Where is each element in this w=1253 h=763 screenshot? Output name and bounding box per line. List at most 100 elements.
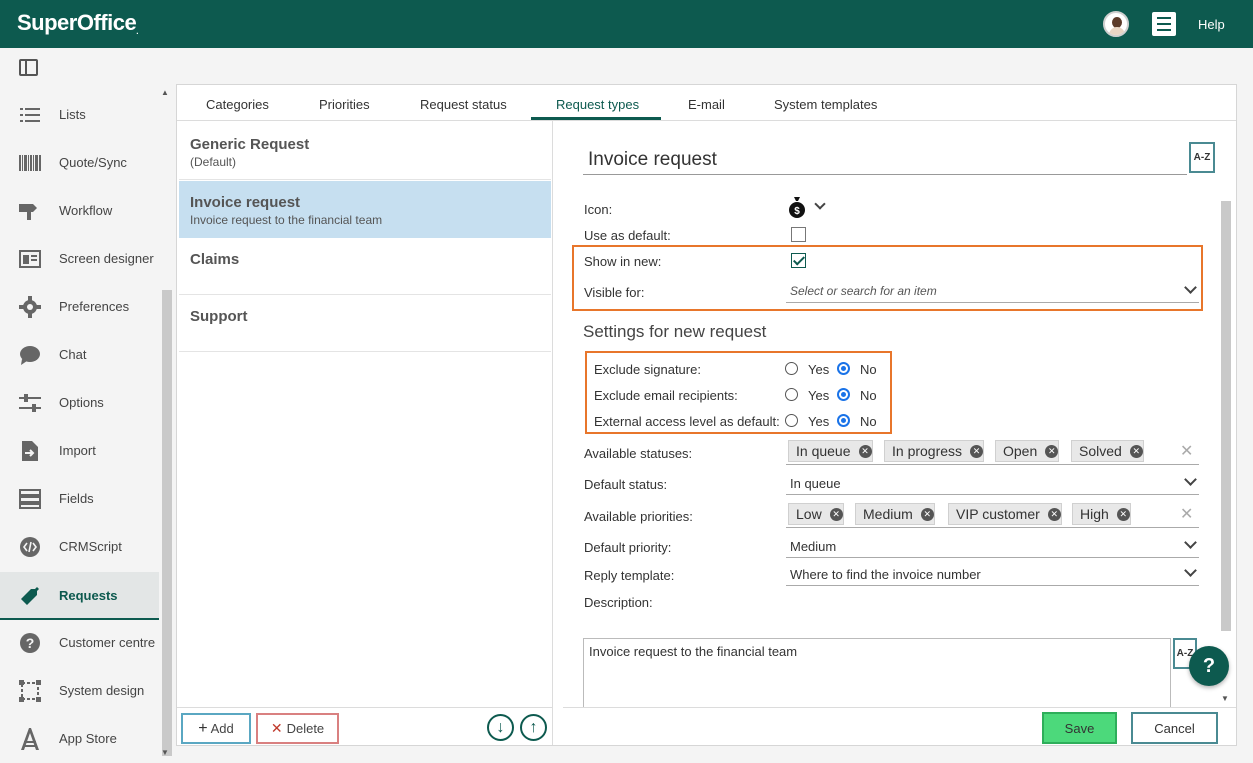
chevron-down-icon: [1184, 564, 1197, 577]
sidebar-item-chat[interactable]: Chat: [0, 331, 159, 379]
use-as-default-label: Use as default:: [584, 228, 671, 243]
sidebar-item-fields[interactable]: Fields: [0, 475, 159, 523]
remove-tag-icon[interactable]: ✕: [1129, 444, 1143, 458]
save-button[interactable]: Save: [1042, 712, 1117, 744]
move-down-button[interactable]: ↓: [487, 714, 514, 741]
status-tag: In progress ✕: [884, 440, 985, 462]
available-priorities-field[interactable]: Low ✕ Medium ✕ VIP customer ✕ High ✕ ✕: [786, 501, 1199, 528]
sidebar-item-label: Import: [59, 443, 96, 458]
sidebar-item-preferences[interactable]: Preferences: [0, 283, 159, 331]
exclude-signature-yes-radio[interactable]: [785, 362, 798, 375]
list-item[interactable]: Generic Request (Default): [179, 123, 551, 180]
sidebar-item-label: Lists: [59, 107, 86, 122]
delete-button[interactable]: ✕ Delete: [256, 713, 339, 744]
tab-categories[interactable]: Categories: [206, 97, 269, 112]
tab-request-types[interactable]: Request types: [556, 97, 639, 112]
tab-request-status[interactable]: Request status: [420, 97, 507, 112]
cancel-button[interactable]: Cancel: [1131, 712, 1218, 744]
tab-priorities[interactable]: Priorities: [319, 97, 370, 112]
external-access-level-no-radio[interactable]: [837, 414, 850, 427]
question-icon: ?: [18, 633, 42, 653]
priority-tag: High ✕: [1072, 503, 1131, 525]
exclude-email-recipients-yes-radio[interactable]: [785, 388, 798, 401]
chevron-down-icon: [1184, 281, 1197, 294]
superoffice-logo[interactable]: SuperOffice.: [17, 10, 138, 36]
sidebar-item-options[interactable]: Options: [0, 379, 159, 427]
main-panel: Categories Priorities Request status Req…: [176, 84, 1237, 746]
sidebar-item-label: Preferences: [59, 299, 130, 314]
sidebar-item-customer-centre[interactable]: ? Customer centre: [0, 619, 159, 667]
sidebar-item-workflow[interactable]: Workflow: [0, 187, 159, 235]
clear-icon[interactable]: ✕: [1180, 441, 1193, 461]
settings-section-title: Settings for new request: [583, 322, 767, 341]
sidebar-toggle-icon[interactable]: [19, 59, 38, 76]
add-button[interactable]: + Add: [181, 713, 251, 744]
external-access-level-yes-radio[interactable]: [785, 414, 798, 427]
default-priority-select[interactable]: Medium: [786, 534, 1199, 558]
hamburger-menu-icon[interactable]: [1152, 12, 1176, 36]
remove-tag-icon[interactable]: ✕: [970, 444, 984, 458]
description-textarea[interactable]: Invoice request to the financial team: [583, 638, 1171, 718]
active-tab-indicator: [531, 117, 661, 120]
request-type-name-input[interactable]: Invoice request: [583, 143, 1187, 175]
app-store-icon: [18, 728, 42, 750]
help-fab-button[interactable]: ?: [1189, 646, 1229, 686]
sidebar-item-system-design[interactable]: System design: [0, 667, 159, 715]
sidebar-item-lists[interactable]: Lists: [0, 91, 159, 139]
sidebar-item-screen-designer[interactable]: Screen designer: [0, 235, 159, 283]
visible-for-select[interactable]: Select or search for an item: [786, 279, 1199, 303]
list-item[interactable]: Support: [179, 295, 551, 352]
barcode-icon: [18, 153, 42, 173]
remove-tag-icon[interactable]: ✕: [920, 507, 934, 521]
sidebar-scrollbar[interactable]: [161, 90, 172, 760]
details-scrollbar[interactable]: [1220, 201, 1232, 701]
sidebar-item-crmscript[interactable]: CRMScript: [0, 523, 159, 571]
sidebar-item-import[interactable]: Import: [0, 427, 159, 475]
list-item[interactable]: Invoice request Invoice request to the f…: [179, 181, 551, 238]
default-status-select[interactable]: In queue: [786, 471, 1199, 495]
user-avatar[interactable]: [1103, 11, 1129, 37]
priority-tag: Low ✕: [788, 503, 844, 525]
sidebar-item-label: Fields: [59, 491, 94, 506]
help-link[interactable]: Help: [1198, 17, 1225, 32]
show-in-new-checkbox[interactable]: [791, 253, 806, 268]
sidebar-item-label: Screen designer: [59, 251, 154, 266]
remove-tag-icon[interactable]: ✕: [829, 507, 843, 521]
list-item[interactable]: Claims: [179, 238, 551, 295]
requests-icon: [18, 586, 42, 606]
external-access-level-label: External access level as default:: [594, 414, 780, 429]
remove-tag-icon[interactable]: ✕: [1045, 444, 1059, 458]
system-design-icon: [18, 680, 42, 702]
sidebar-scroll-down[interactable]: ▼: [161, 748, 169, 757]
reply-template-select[interactable]: Where to find the invoice number: [786, 562, 1199, 586]
move-up-button[interactable]: ↑: [520, 714, 547, 741]
tab-email[interactable]: E-mail: [688, 97, 725, 112]
show-in-new-label: Show in new:: [584, 254, 662, 269]
exclude-signature-no-radio[interactable]: [837, 362, 850, 375]
status-tag: Solved ✕: [1071, 440, 1144, 462]
svg-text:$: $: [794, 206, 800, 217]
sidebar-item-quote-sync[interactable]: Quote/Sync: [0, 139, 159, 187]
remove-tag-icon[interactable]: ✕: [1047, 507, 1061, 521]
remove-tag-icon[interactable]: ✕: [858, 444, 872, 458]
icon-picker[interactable]: $: [788, 196, 826, 221]
priority-tag: VIP customer ✕: [948, 503, 1062, 525]
sidebar-item-label: App Store: [59, 731, 117, 746]
tab-system-templates[interactable]: System templates: [774, 97, 877, 112]
use-as-default-checkbox[interactable]: [791, 227, 806, 242]
sidebar-item-app-store[interactable]: App Store: [0, 715, 159, 763]
reply-template-label: Reply template:: [584, 568, 675, 583]
workflow-icon: [18, 201, 42, 221]
sliders-icon: [18, 393, 42, 413]
exclude-email-recipients-no-radio[interactable]: [837, 388, 850, 401]
sidebar-item-label: Chat: [59, 347, 87, 362]
available-statuses-field[interactable]: In queue ✕ In progress ✕ Open ✕ Solved ✕ ✕: [786, 438, 1199, 465]
clear-icon[interactable]: ✕: [1180, 504, 1193, 524]
list-footer: + Add ✕ Delete ↓ ↑: [177, 707, 552, 745]
remove-tag-icon[interactable]: ✕: [1116, 507, 1130, 521]
sidebar-item-requests[interactable]: Requests: [0, 572, 159, 620]
details-scroll-down[interactable]: ▼: [1221, 694, 1229, 703]
available-statuses-label: Available statuses:: [584, 446, 693, 461]
translate-az-button[interactable]: A-Z: [1189, 142, 1215, 173]
status-tag: Open ✕: [995, 440, 1060, 462]
